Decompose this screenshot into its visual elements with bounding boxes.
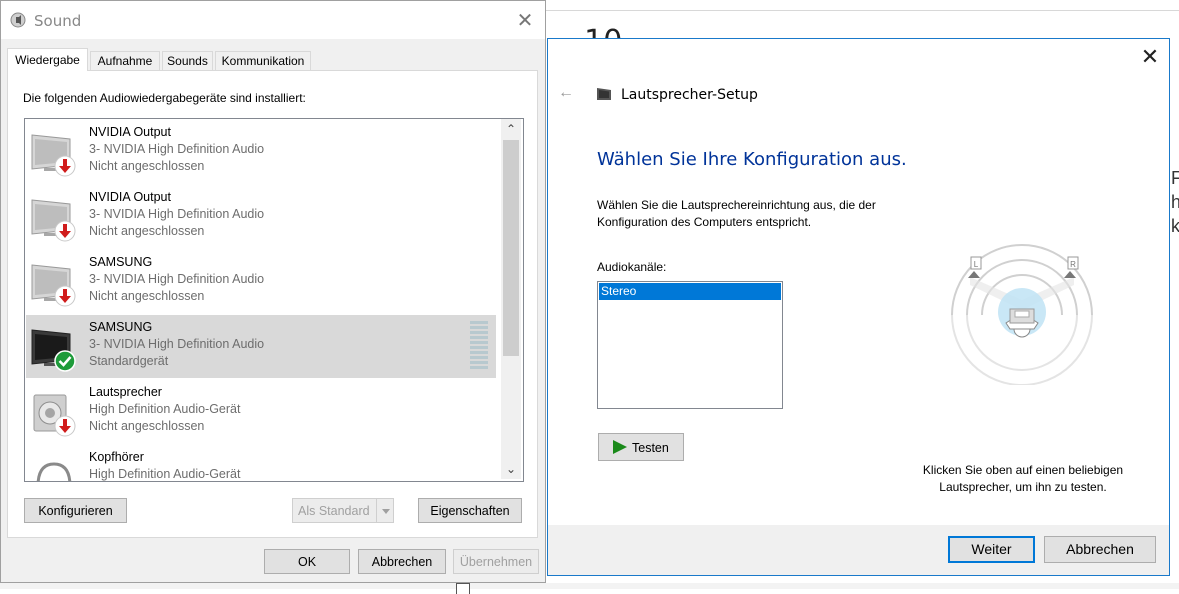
playback-device-list[interactable]: NVIDIA Output 3- NVIDIA High Definition … — [24, 118, 524, 482]
set-default-label: Als Standard — [298, 504, 370, 518]
audio-channels-listbox[interactable]: Stereo — [597, 281, 783, 409]
tab-aufnahme[interactable]: Aufnahme — [90, 51, 160, 70]
close-icon[interactable]: ✕ — [511, 9, 539, 33]
list-item[interactable]: SAMSUNG 3- NVIDIA High Definition Audio … — [26, 250, 496, 313]
speaker-setup-dialog: ✕ ← Lautsprecher-Setup Wählen Sie Ihre K… — [547, 38, 1170, 576]
list-item-selected[interactable]: SAMSUNG 3- NVIDIA High Definition Audio … — [26, 315, 496, 378]
disconnected-badge-icon — [54, 285, 76, 307]
channel-option-stereo[interactable]: Stereo — [599, 283, 781, 300]
default-check-badge-icon — [54, 350, 76, 372]
playback-instruction: Die folgenden Audiowiedergabegeräte sind… — [23, 91, 306, 105]
speaker-setup-icon — [597, 88, 611, 100]
device-name: SAMSUNG — [89, 320, 153, 334]
list-item[interactable]: NVIDIA Output 3- NVIDIA High Definition … — [26, 185, 496, 248]
scroll-thumb[interactable] — [503, 140, 519, 356]
cancel-button[interactable]: Abbrechen — [358, 549, 446, 574]
sound-app-icon — [10, 12, 26, 28]
device-driver: High Definition Audio-Gerät — [89, 467, 241, 481]
device-status: Nicht angeschlossen — [89, 159, 205, 173]
disconnected-badge-icon — [54, 155, 76, 177]
chevron-down-icon[interactable] — [376, 499, 395, 522]
next-button[interactable]: Weiter — [948, 536, 1035, 563]
device-status: Standardgerät — [89, 354, 169, 368]
device-driver: 3- NVIDIA High Definition Audio — [89, 272, 265, 286]
list-item[interactable]: Lautsprecher High Definition Audio-Gerät… — [26, 380, 496, 443]
dialog-title: Lautsprecher-Setup — [621, 87, 758, 103]
background-side-text-line: F — [1171, 168, 1179, 188]
device-name: SAMSUNG — [89, 255, 153, 269]
device-driver: High Definition Audio-Gerät — [89, 402, 241, 416]
playback-tab-panel: Die folgenden Audiowiedergabegeräte sind… — [7, 70, 538, 538]
device-name: NVIDIA Output — [89, 190, 171, 204]
list-item[interactable]: Kopfhörer High Definition Audio-Gerät — [26, 445, 496, 481]
set-default-button[interactable]: Als Standard — [292, 498, 394, 523]
tab-wiedergabe[interactable]: Wiedergabe — [7, 48, 88, 71]
sound-dialog-title: Sound — [34, 12, 82, 30]
sound-titlebar[interactable]: Sound ✕ — [1, 1, 545, 39]
test-button[interactable]: Testen — [598, 433, 684, 461]
page-description: Wählen Sie die Lautsprechereinrichtung a… — [597, 198, 876, 229]
device-driver: 3- NVIDIA High Definition Audio — [89, 207, 265, 221]
headphones-icon — [36, 462, 72, 481]
tab-sounds[interactable]: Sounds — [162, 51, 213, 70]
background-side-text: F hc k — [1171, 166, 1179, 246]
test-hint: Klicken Sie oben auf einen beliebigen La… — [922, 463, 1124, 494]
left-speaker-label: L — [974, 260, 979, 269]
properties-button[interactable]: Eigenschaften — [418, 498, 522, 523]
tab-kommunikation[interactable]: Kommunikation — [215, 51, 311, 70]
back-arrow-icon[interactable]: ← — [558, 84, 574, 102]
disconnected-badge-icon — [54, 220, 76, 242]
test-button-label: Testen — [632, 441, 669, 455]
audio-channels-label: Audiokanäle: — [597, 260, 667, 274]
apply-button[interactable]: Übernehmen — [453, 549, 539, 574]
volume-level-meter — [470, 321, 488, 371]
background-window-edge — [546, 10, 1179, 11]
scroll-down-icon[interactable]: ⌄ — [501, 459, 521, 479]
background-side-text-line: k — [1171, 216, 1179, 236]
sound-dialog: Sound ✕ Wiedergabe Aufnahme Sounds Kommu… — [0, 0, 546, 583]
device-status: Nicht angeschlossen — [89, 289, 205, 303]
device-name: Kopfhörer — [89, 450, 144, 464]
speaker-layout-diagram: L R — [951, 244, 1093, 385]
configure-button[interactable]: Konfigurieren — [24, 498, 127, 523]
list-item[interactable]: NVIDIA Output 3- NVIDIA High Definition … — [26, 120, 496, 183]
disconnected-badge-icon — [54, 415, 76, 437]
device-driver: 3- NVIDIA High Definition Audio — [89, 142, 265, 156]
device-driver: 3- NVIDIA High Definition Audio — [89, 337, 265, 351]
background-side-text-line: hc — [1171, 192, 1179, 212]
device-list-scrollbar[interactable]: ⌃ ⌄ — [501, 119, 521, 479]
cancel-button[interactable]: Abbrechen — [1044, 536, 1156, 563]
close-icon[interactable]: ✕ — [1136, 43, 1164, 71]
play-icon — [613, 440, 627, 454]
device-status: Nicht angeschlossen — [89, 224, 205, 238]
background-window-bottom — [0, 583, 1179, 589]
right-speaker-label: R — [1070, 260, 1076, 269]
scroll-up-icon[interactable]: ⌃ — [501, 119, 521, 139]
device-name: Lautsprecher — [89, 385, 162, 399]
device-name: NVIDIA Output — [89, 125, 171, 139]
ok-button[interactable]: OK — [264, 549, 350, 574]
page-heading: Wählen Sie Ihre Konfiguration aus. — [597, 149, 907, 170]
device-status: Nicht angeschlossen — [89, 419, 205, 433]
